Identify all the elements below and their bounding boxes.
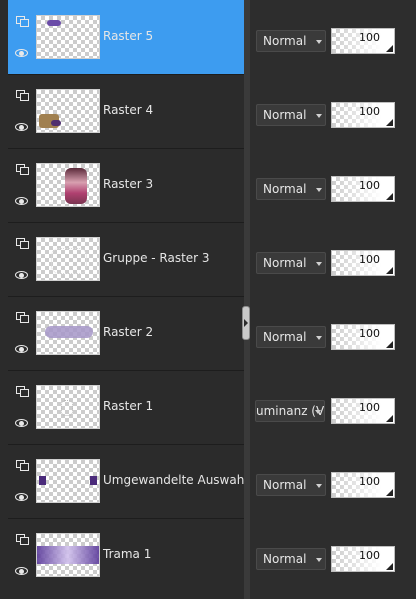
- layer-thumbnail: [36, 163, 100, 207]
- blend-mode-value: Normal: [263, 182, 307, 196]
- link-layer-icon[interactable]: [14, 163, 30, 176]
- opacity-field[interactable]: 100: [331, 324, 395, 350]
- layer-properties-column: Normal 100 Normal 100 Normal 100 Normal …: [250, 0, 416, 599]
- blend-mode-select[interactable]: Normal: [256, 548, 326, 570]
- visibility-eye-icon[interactable]: [14, 47, 30, 60]
- layer-row-raster-1[interactable]: Raster 1: [8, 370, 244, 444]
- opacity-field[interactable]: 100: [331, 472, 395, 498]
- chevron-down-icon: [316, 262, 322, 266]
- chevron-down-icon: [315, 410, 321, 414]
- layer-row-raster-2[interactable]: Raster 2: [8, 296, 244, 370]
- layer-row-gruppe-raster-3[interactable]: Gruppe - Raster 3: [8, 222, 244, 296]
- opacity-field[interactable]: 100: [331, 102, 395, 128]
- blend-mode-select[interactable]: Normal: [256, 474, 326, 496]
- blend-mode-value: Normal: [263, 478, 307, 492]
- blend-mode-select[interactable]: Normal: [256, 30, 326, 52]
- layer-name: Raster 3: [103, 177, 154, 191]
- link-layer-icon[interactable]: [14, 237, 30, 250]
- splitter-handle[interactable]: [242, 306, 250, 340]
- opacity-value: 100: [359, 179, 380, 192]
- blend-mode-select[interactable]: Normal: [256, 326, 326, 348]
- visibility-eye-icon[interactable]: [14, 565, 30, 578]
- opacity-value: 100: [359, 253, 380, 266]
- visibility-eye-icon[interactable]: [14, 491, 30, 504]
- opacity-value: 100: [359, 475, 380, 488]
- link-layer-icon[interactable]: [14, 89, 30, 102]
- layer-name: Raster 1: [103, 399, 154, 413]
- layer-row-raster-5[interactable]: Raster 5: [8, 0, 244, 74]
- opacity-value: 100: [359, 105, 380, 118]
- blend-mode-select[interactable]: Normal: [256, 178, 326, 200]
- opacity-field[interactable]: 100: [331, 176, 395, 202]
- layer-thumbnail: [36, 385, 100, 429]
- link-layer-icon[interactable]: [14, 385, 30, 398]
- layer-name: Raster 2: [103, 325, 154, 339]
- layer-name: Trama 1: [103, 547, 152, 561]
- visibility-eye-icon[interactable]: [14, 417, 30, 430]
- opacity-field[interactable]: 100: [331, 546, 395, 572]
- chevron-down-icon: [316, 336, 322, 340]
- link-layer-icon[interactable]: [14, 459, 30, 472]
- opacity-value: 100: [359, 401, 380, 414]
- visibility-eye-icon[interactable]: [14, 269, 30, 282]
- visibility-eye-icon[interactable]: [14, 343, 30, 356]
- link-layer-icon[interactable]: [14, 311, 30, 324]
- chevron-down-icon: [316, 558, 322, 562]
- layer-thumbnail: [36, 459, 100, 503]
- visibility-eye-icon[interactable]: [14, 121, 30, 134]
- layers-list: Raster 5 Raster 4 Raster 3 Gruppe - Rast…: [0, 0, 248, 599]
- layer-name: Raster 5: [103, 29, 154, 43]
- blend-mode-value: Normal: [263, 108, 307, 122]
- blend-mode-value: Normal: [263, 330, 307, 344]
- layer-thumbnail: [36, 237, 100, 281]
- layer-thumbnail: [36, 311, 100, 355]
- opacity-value: 100: [359, 31, 380, 44]
- blend-mode-value: uminanz (V: [256, 404, 325, 418]
- blend-mode-value: Normal: [263, 256, 307, 270]
- blend-mode-select[interactable]: uminanz (V: [255, 400, 325, 422]
- visibility-eye-icon[interactable]: [14, 195, 30, 208]
- blend-mode-select[interactable]: Normal: [256, 104, 326, 126]
- layer-row-raster-4[interactable]: Raster 4: [8, 74, 244, 148]
- layer-thumbnail: [36, 89, 100, 133]
- link-layer-icon[interactable]: [14, 15, 30, 28]
- layer-name: Gruppe - Raster 3: [103, 251, 210, 265]
- layer-name: Umgewandelte Auswahl: [103, 473, 248, 487]
- layer-row-umgewandelte-auswahl[interactable]: Umgewandelte Auswahl: [8, 444, 248, 518]
- chevron-down-icon: [316, 484, 322, 488]
- opacity-field[interactable]: 100: [331, 398, 395, 424]
- layer-thumbnail: [36, 533, 100, 577]
- opacity-value: 100: [359, 549, 380, 562]
- layer-row-raster-3[interactable]: Raster 3: [8, 148, 244, 222]
- chevron-down-icon: [316, 114, 322, 118]
- layer-name: Raster 4: [103, 103, 154, 117]
- layer-row-trama-1[interactable]: Trama 1: [8, 518, 244, 599]
- chevron-down-icon: [316, 40, 322, 44]
- chevron-down-icon: [316, 188, 322, 192]
- blend-mode-value: Normal: [263, 34, 307, 48]
- blend-mode-value: Normal: [263, 552, 307, 566]
- layer-thumbnail: [36, 15, 100, 59]
- opacity-value: 100: [359, 327, 380, 340]
- opacity-field[interactable]: 100: [331, 28, 395, 54]
- link-layer-icon[interactable]: [14, 533, 30, 546]
- blend-mode-select[interactable]: Normal: [256, 252, 326, 274]
- opacity-field[interactable]: 100: [331, 250, 395, 276]
